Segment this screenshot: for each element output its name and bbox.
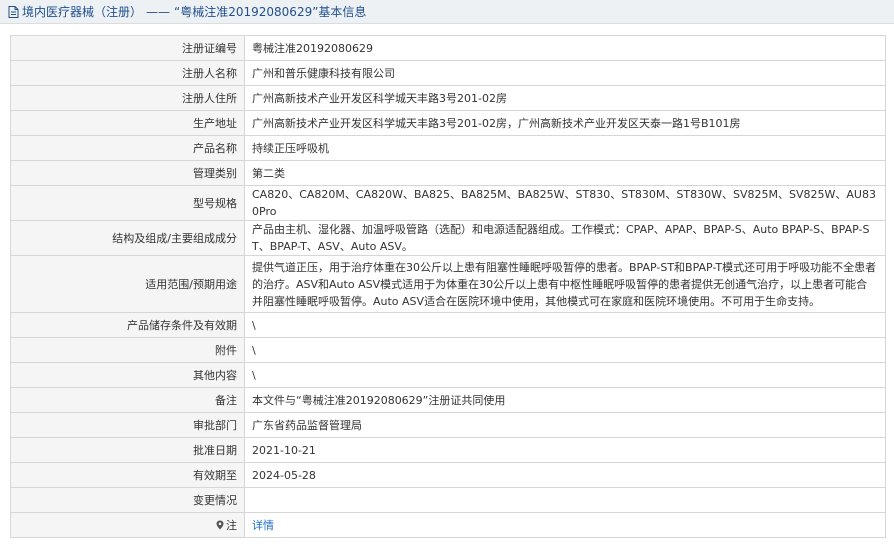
table-row: 注 详情 [10, 512, 886, 538]
table-row: 其他内容 \ [10, 362, 886, 388]
table-row: 结构及组成/主要组成成分 产品由主机、湿化器、加温呼吸管路（选配）和电源适配器组… [10, 220, 886, 256]
table-row: 产品名称 持续正压呼吸机 [10, 135, 886, 161]
field-value: 产品由主机、湿化器、加温呼吸管路（选配）和电源适配器组成。工作模式：CPAP、A… [244, 220, 886, 256]
table-row: 变更情况 [10, 487, 886, 513]
header-separator: —— [146, 4, 171, 19]
note-label-cell: 注 [10, 512, 245, 538]
note-value: 详情 [244, 512, 886, 538]
table-row: 批准日期 2021-10-21 [10, 437, 886, 463]
field-label: 管理类别 [10, 160, 245, 186]
table-row: 审批部门 广东省药品监督管理局 [10, 412, 886, 438]
field-label: 注册证编号 [10, 35, 245, 61]
field-label: 有效期至 [10, 462, 245, 488]
table-row: 注册证编号 粤械注准20192080629 [10, 35, 886, 61]
field-value: 广州高新技术产业开发区科学城天丰路3号201-02房 [244, 85, 886, 111]
field-value: \ [244, 312, 886, 338]
field-value: 本文件与“粤械注准20192080629”注册证共同使用 [244, 387, 886, 413]
field-value: 持续正压呼吸机 [244, 135, 886, 161]
field-label: 注册人住所 [10, 85, 245, 111]
field-label: 产品名称 [10, 135, 245, 161]
table-row: 型号规格 CA820、CA820M、CA820W、BA825、BA825M、BA… [10, 185, 886, 221]
field-value: 广州高新技术产业开发区科学城天丰路3号201-02房，广州高新技术产业开发区天泰… [244, 110, 886, 136]
field-value: \ [244, 362, 886, 388]
field-label: 适用范围/预期用途 [10, 255, 245, 313]
header-category: 境内医疗器械（注册） [22, 5, 143, 19]
field-value: 广东省药品监督管理局 [244, 412, 886, 438]
field-label: 结构及组成/主要组成成分 [10, 220, 245, 256]
note-label: 注 [226, 518, 237, 532]
field-value: 粤械注准20192080629 [244, 35, 886, 61]
field-value: 广州和普乐健康科技有限公司 [244, 60, 886, 86]
field-label: 生产地址 [10, 110, 245, 136]
field-label: 型号规格 [10, 185, 245, 221]
table-row: 注册人名称 广州和普乐健康科技有限公司 [10, 60, 886, 86]
field-value: CA820、CA820M、CA820W、BA825、BA825M、BA825W、… [244, 185, 886, 221]
field-value: 第二类 [244, 160, 886, 186]
field-value: \ [244, 337, 886, 363]
table-row: 注册人住所 广州高新技术产业开发区科学城天丰路3号201-02房 [10, 85, 886, 111]
field-value: 2024-05-28 [244, 462, 886, 488]
field-label: 备注 [10, 387, 245, 413]
field-label: 其他内容 [10, 362, 245, 388]
header-title: “粤械注准20192080629”基本信息 [174, 5, 367, 19]
table-row: 管理类别 第二类 [10, 160, 886, 186]
table-row: 有效期至 2024-05-28 [10, 462, 886, 488]
detail-link[interactable]: 详情 [252, 519, 274, 532]
field-label: 附件 [10, 337, 245, 363]
field-label: 变更情况 [10, 487, 245, 513]
field-label: 批准日期 [10, 437, 245, 463]
field-value [244, 487, 886, 513]
page-header: 境内医疗器械（注册） —— “粤械注准20192080629”基本信息 [0, 0, 894, 24]
field-label: 产品储存条件及有效期 [10, 312, 245, 338]
table-row: 生产地址 广州高新技术产业开发区科学城天丰路3号201-02房，广州高新技术产业… [10, 110, 886, 136]
field-label: 注册人名称 [10, 60, 245, 86]
map-pin-icon [216, 520, 224, 529]
registration-info-table: 注册证编号 粤械注准20192080629 注册人名称 广州和普乐健康科技有限公… [10, 35, 886, 538]
table-row: 产品储存条件及有效期 \ [10, 312, 886, 338]
table-row: 备注 本文件与“粤械注准20192080629”注册证共同使用 [10, 387, 886, 413]
field-value: 提供气道正压，用于治疗体重在30公斤以上患有阻塞性睡眠呼吸暂停的患者。BPAP-… [244, 255, 886, 313]
document-icon [8, 5, 19, 18]
field-label: 审批部门 [10, 412, 245, 438]
table-row: 适用范围/预期用途 提供气道正压，用于治疗体重在30公斤以上患有阻塞性睡眠呼吸暂… [10, 255, 886, 313]
field-value: 2021-10-21 [244, 437, 886, 463]
table-row: 附件 \ [10, 337, 886, 363]
